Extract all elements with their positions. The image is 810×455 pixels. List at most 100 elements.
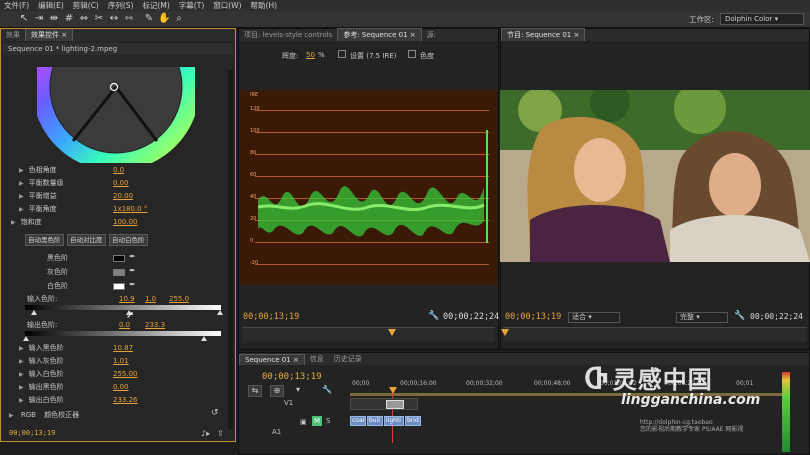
expand-icon[interactable]: ▶ xyxy=(19,180,24,187)
fx-scrollbar[interactable] xyxy=(228,69,233,429)
expand-icon[interactable]: ▶ xyxy=(9,412,14,419)
audio-clip[interactable]: brid xyxy=(405,416,421,426)
input-level-gray[interactable]: 1.0 xyxy=(145,293,156,305)
rolling-edit-icon[interactable]: # xyxy=(63,13,75,25)
wrench-icon[interactable]: 🔧 xyxy=(734,311,745,321)
menu-window[interactable]: 窗口(W) xyxy=(213,0,241,11)
white-level-swatch[interactable] xyxy=(113,283,125,290)
reference-timecode-current[interactable]: 00;00;13;19 xyxy=(243,312,299,322)
reference-ruler[interactable] xyxy=(242,327,495,341)
snap-icon[interactable]: ⇆ xyxy=(248,385,262,397)
play-audio-icon[interactable]: ♪▸ xyxy=(201,429,210,438)
tab-project[interactable]: 项目: levels-style controls xyxy=(239,29,337,41)
selection-tool-icon[interactable]: ↖ xyxy=(18,13,30,25)
menu-edit[interactable]: 编辑(E) xyxy=(38,0,64,11)
balance-gain-value[interactable]: 20.00 xyxy=(113,190,133,202)
expand-icon[interactable]: ▶ xyxy=(19,345,24,352)
timeline-ruler[interactable]: 00;00 00;00;16;00 00;00;32;00 00;00;48;0… xyxy=(352,380,808,392)
balance-magnitude-value[interactable]: 0.00 xyxy=(113,177,129,189)
video-clip-thumbnails[interactable] xyxy=(350,398,418,410)
tab-sequence[interactable]: Sequence 01 × xyxy=(239,354,305,365)
auto-black-button[interactable]: 自动黑色阶 xyxy=(25,234,64,246)
auto-contrast-button[interactable]: 自动对比度 xyxy=(67,234,106,246)
input-black-slider[interactable] xyxy=(31,310,37,315)
ripple-edit-icon[interactable]: ⇹ xyxy=(48,13,60,25)
expand-icon[interactable]: ▶ xyxy=(19,371,24,378)
workspace-dropdown[interactable]: Dolphin Color ▾ xyxy=(720,13,804,25)
wrench-icon[interactable]: 🔧 xyxy=(428,311,439,321)
output-white-slider[interactable] xyxy=(201,336,207,341)
hue-angle-value[interactable]: 0.0 xyxy=(113,164,124,176)
menu-file[interactable]: 文件(F) xyxy=(4,0,29,11)
linked-selection-icon[interactable]: ⊕ xyxy=(270,385,284,397)
expand-icon[interactable]: ▶ xyxy=(19,206,24,213)
rate-stretch-icon[interactable]: ⇔ xyxy=(78,13,90,25)
input-black-value[interactable]: 10.87 xyxy=(113,342,133,354)
add-marker-icon[interactable]: ▾ xyxy=(296,385,300,394)
slip-icon[interactable]: ↔ xyxy=(108,13,120,25)
expand-icon[interactable]: ▶ xyxy=(19,167,24,174)
speaker-icon[interactable]: ▣ xyxy=(300,418,307,426)
expand-icon[interactable]: ▶ xyxy=(19,358,24,365)
input-level-white[interactable]: 255.0 xyxy=(169,293,189,305)
output-level-white[interactable]: 233.3 xyxy=(145,319,165,331)
quality-dropdown[interactable]: 完整 ▾ xyxy=(676,312,728,323)
tab-info[interactable]: 信息 xyxy=(305,353,329,365)
setup-checkbox[interactable] xyxy=(338,50,346,58)
fit-dropdown[interactable]: 适合 ▾ xyxy=(568,312,620,323)
menu-clip[interactable]: 剪辑(C) xyxy=(73,0,99,11)
mute-button[interactable]: M xyxy=(312,416,322,426)
program-timecode-current[interactable]: 00;00;13;19 xyxy=(505,312,561,322)
menu-title[interactable]: 字幕(T) xyxy=(179,0,204,11)
gray-level-swatch[interactable] xyxy=(113,269,125,276)
input-level-black[interactable]: 10.9 xyxy=(119,293,135,305)
saturation-value[interactable]: 100.00 xyxy=(113,216,138,228)
timeline-timecode[interactable]: 00;00;13;19 xyxy=(262,372,322,382)
solo-button[interactable]: S xyxy=(326,416,330,426)
input-gray-value[interactable]: 1.01 xyxy=(113,355,129,367)
hand-icon[interactable]: ✋ xyxy=(158,13,170,25)
input-white-slider[interactable] xyxy=(217,310,223,315)
reset-icon[interactable]: ↺ xyxy=(211,408,219,418)
audio-clip[interactable]: coar xyxy=(350,416,366,426)
auto-white-button[interactable]: 自动白色阶 xyxy=(109,234,148,246)
input-white-value[interactable]: 255.00 xyxy=(113,368,138,380)
audio-clip[interactable]: lighti xyxy=(384,416,404,426)
output-black-value[interactable]: 0.00 xyxy=(113,381,129,393)
razor-icon[interactable]: ✂ xyxy=(93,13,105,25)
eyedropper-icon[interactable]: ✒ xyxy=(129,252,136,261)
slide-icon[interactable]: ⇿ xyxy=(123,13,135,25)
chroma-checkbox[interactable] xyxy=(408,50,416,58)
audio-clip[interactable]: buil xyxy=(367,416,383,426)
tab-reference[interactable]: 参考: Sequence 01 × xyxy=(337,28,422,41)
expand-icon[interactable]: ▶ xyxy=(11,219,16,226)
playhead-marker[interactable] xyxy=(501,329,509,336)
balance-angle-value[interactable]: 1x180.0 ° xyxy=(113,203,147,215)
eyedropper-icon[interactable]: ✒ xyxy=(129,266,136,275)
export-icon[interactable]: ⇪ xyxy=(217,429,224,438)
expand-icon[interactable]: ▶ xyxy=(19,193,24,200)
output-black-slider[interactable] xyxy=(23,336,29,341)
output-white-value[interactable]: 233.26 xyxy=(113,394,138,406)
program-ruler[interactable] xyxy=(501,327,807,341)
black-level-swatch[interactable] xyxy=(113,255,125,262)
brightness-value[interactable]: 50 xyxy=(306,51,315,59)
menu-help[interactable]: 帮助(H) xyxy=(251,0,278,11)
tab-effect-controls[interactable]: 效果控件 × xyxy=(25,29,74,41)
tab-program[interactable]: 节目: Sequence 01 × xyxy=(501,28,586,41)
track-label-a1[interactable]: A1 xyxy=(272,428,281,436)
zoom-icon[interactable]: ⌕ xyxy=(173,13,185,25)
playhead-marker[interactable] xyxy=(388,329,396,336)
menu-marker[interactable]: 标记(M) xyxy=(142,0,169,11)
color-balance-wheel[interactable] xyxy=(37,67,195,163)
settings-icon[interactable]: 🔧 xyxy=(322,385,332,394)
video-clip-selected[interactable] xyxy=(386,400,404,409)
pen-icon[interactable]: ✎ xyxy=(143,13,155,25)
tab-effects[interactable]: 效果 xyxy=(1,29,25,41)
eyedropper-icon[interactable]: ✒ xyxy=(129,280,136,289)
tab-source[interactable]: 源: xyxy=(422,29,441,41)
track-label-v1[interactable]: V1 xyxy=(284,399,293,407)
timeline-playhead[interactable] xyxy=(389,387,397,394)
menu-sequence[interactable]: 序列(S) xyxy=(108,0,134,11)
fx-timecode[interactable]: 00;00;13;19 xyxy=(9,429,55,437)
